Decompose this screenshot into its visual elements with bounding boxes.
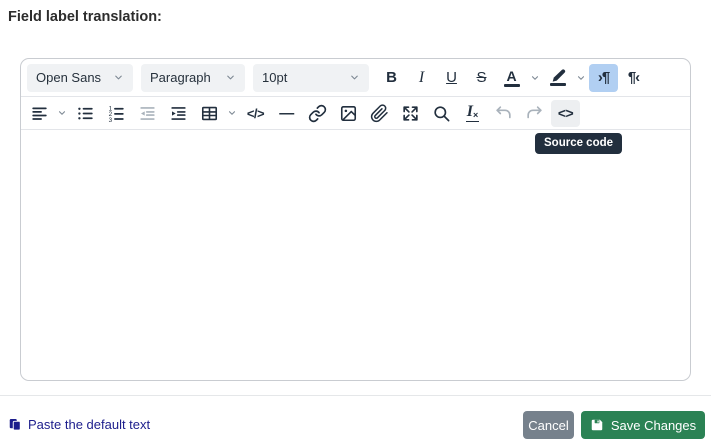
outdent-icon <box>140 106 155 120</box>
font-size-value: 10pt <box>262 70 288 85</box>
rtl-direction-button[interactable]: ¶‹ <box>619 64 648 92</box>
image-icon <box>340 105 357 121</box>
strikethrough-button[interactable]: S <box>467 64 496 92</box>
table-button[interactable] <box>195 100 224 127</box>
redo-button <box>520 100 549 127</box>
bold-button[interactable]: B <box>377 64 406 92</box>
table-icon <box>201 106 218 120</box>
block-format-select[interactable]: Paragraph <box>141 63 245 92</box>
ordered-list-icon: 1 2 3 <box>109 105 124 123</box>
align-left-icon <box>32 106 47 120</box>
chevron-down-icon <box>113 72 124 83</box>
toolbar-row-1: Open Sans Paragraph 10pt B I U S A ›¶ ¶‹ <box>21 59 690 97</box>
text-color-menu-chevron[interactable] <box>527 64 542 92</box>
indent-button[interactable] <box>164 100 193 127</box>
rich-text-editor: Open Sans Paragraph 10pt B I U S A ›¶ ¶‹… <box>20 58 691 381</box>
paperclip-icon <box>370 103 388 122</box>
page-title: Field label translation: <box>8 9 162 25</box>
fullscreen-button[interactable] <box>396 100 425 127</box>
insert-image-button[interactable] <box>334 100 363 127</box>
ltr-direction-button[interactable]: ›¶ <box>589 63 618 92</box>
italic-button[interactable]: I <box>407 64 436 92</box>
save-changes-button[interactable]: Save Changes <box>581 411 705 439</box>
highlight-color-menu-chevron[interactable] <box>573 64 588 92</box>
chevron-down-icon <box>349 72 360 83</box>
source-code-button[interactable]: <> <box>551 99 580 127</box>
unordered-list-icon <box>78 107 93 119</box>
attachment-button[interactable] <box>365 100 394 127</box>
block-format-value: Paragraph <box>150 70 211 85</box>
text-color-button[interactable]: A <box>497 64 526 92</box>
redo-icon <box>527 105 542 118</box>
search-button[interactable] <box>427 100 456 127</box>
save-changes-label: Save Changes <box>610 417 697 433</box>
chevron-down-icon <box>225 72 236 83</box>
indent-icon <box>171 106 186 120</box>
code-sample-button[interactable]: </> <box>241 100 270 127</box>
tooltip: Source code <box>535 133 623 154</box>
fullscreen-icon <box>403 105 418 121</box>
paste-default-text-label: Paste the default text <box>28 417 151 432</box>
clear-formatting-icon: I× <box>465 103 480 122</box>
align-left-button[interactable] <box>25 100 54 127</box>
search-icon <box>434 105 450 121</box>
text-color-icon: A <box>503 69 520 87</box>
undo-button <box>489 100 518 127</box>
paste-default-text-link[interactable]: Paste the default text <box>8 417 150 432</box>
field-translation-dialog: Field label translation: Open Sans Parag… <box>0 0 711 448</box>
underline-button[interactable]: U <box>437 64 466 92</box>
font-size-select[interactable]: 10pt <box>253 63 369 92</box>
horizontal-rule-button[interactable]: — <box>272 100 301 127</box>
undo-icon <box>496 105 511 118</box>
link-icon <box>308 104 327 122</box>
clear-formatting-button[interactable]: I× <box>458 100 487 127</box>
font-family-value: Open Sans <box>36 70 102 85</box>
unordered-list-button[interactable] <box>71 100 100 127</box>
align-menu-chevron[interactable] <box>54 99 69 127</box>
highlight-pen-icon <box>549 69 566 86</box>
save-icon <box>591 419 603 431</box>
insert-link-button[interactable] <box>303 100 332 127</box>
editor-content-area[interactable] <box>21 130 690 380</box>
table-menu-chevron[interactable] <box>224 99 239 127</box>
font-family-select[interactable]: Open Sans <box>27 63 133 92</box>
outdent-button <box>133 100 162 127</box>
paste-icon <box>9 418 21 431</box>
ordered-list-button[interactable]: 1 2 3 <box>102 100 131 127</box>
svg-text:3: 3 <box>109 116 113 122</box>
toolbar-row-2: 1 2 3 </> — I× <> <box>21 97 690 130</box>
cancel-button[interactable]: Cancel <box>523 411 574 439</box>
highlight-color-button[interactable] <box>543 64 572 92</box>
footer-divider <box>0 395 711 396</box>
